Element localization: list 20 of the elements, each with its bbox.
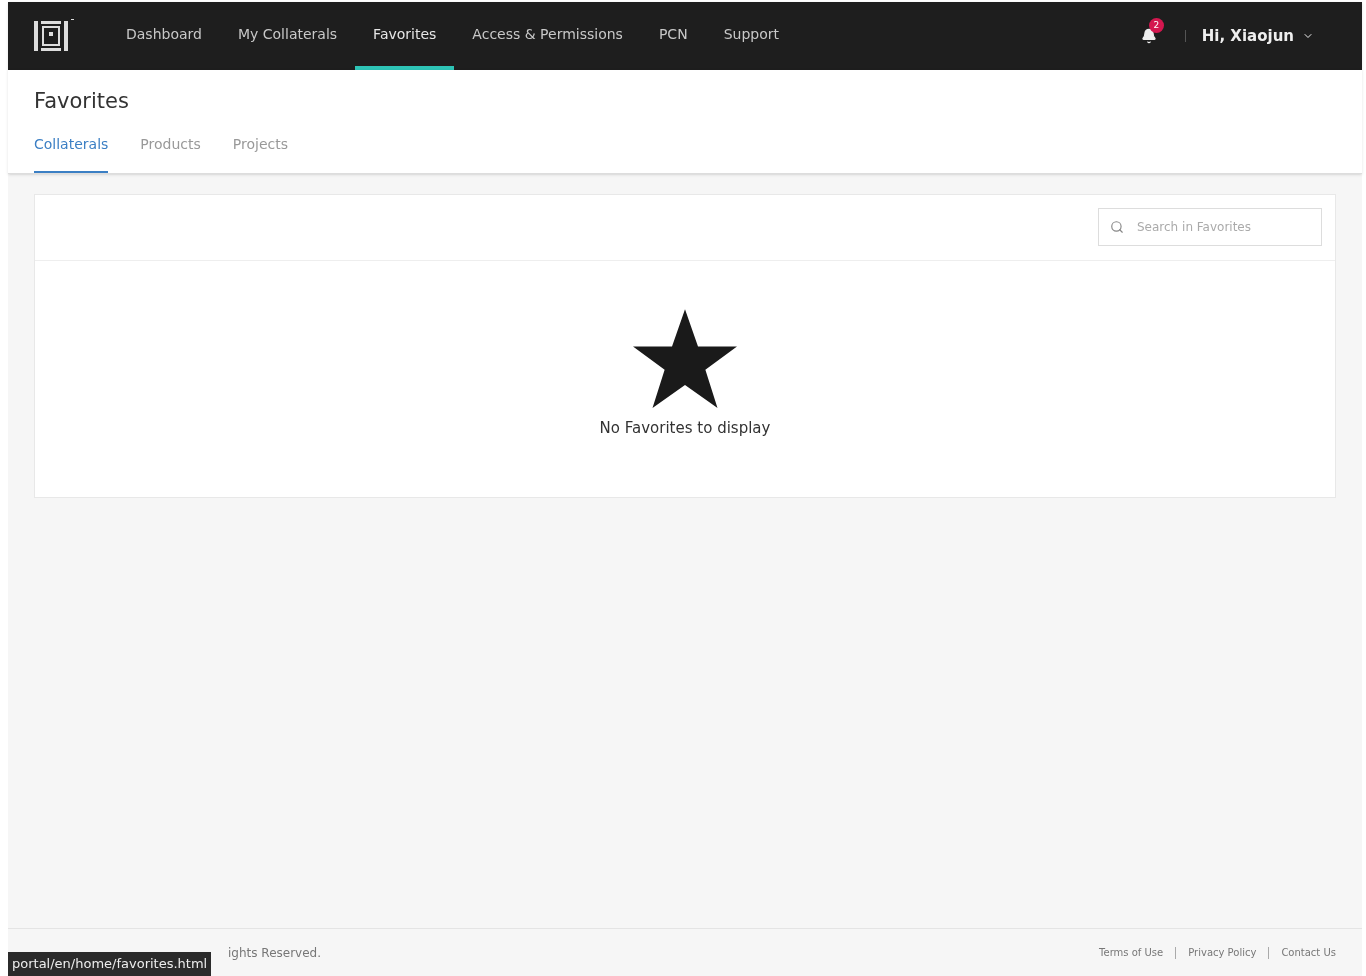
nav-link[interactable]: Access & Permissions [454,2,641,70]
user-menu[interactable]: Hi, Xiaojun [1201,24,1314,48]
footer-link[interactable]: Privacy Policy [1188,945,1257,960]
status-url-tooltip: portal/en/home/favorites.html [8,952,212,976]
search-icon [1110,220,1124,234]
footer-link[interactable]: Contact Us [1281,945,1336,960]
logo-icon[interactable] [32,18,76,54]
notification-count-badge: 2 [1148,18,1164,33]
nav-link[interactable]: Support [705,2,797,70]
notification-bell-icon[interactable] [1140,28,1157,44]
nav-link[interactable]: Dashboard [108,2,220,70]
search-field[interactable]: Search in Favorites [1098,208,1322,246]
star-icon [633,308,737,409]
page-title: Favorites [34,88,130,115]
copyright-text: ights Reserved. [228,944,321,962]
nav-link[interactable]: PCN [640,2,706,70]
tab[interactable]: Collaterals [34,133,109,173]
empty-message: No Favorites to display [599,417,771,439]
footer-link[interactable]: Terms of Use [1099,945,1164,960]
nav-link[interactable]: My Collaterals [219,2,356,70]
